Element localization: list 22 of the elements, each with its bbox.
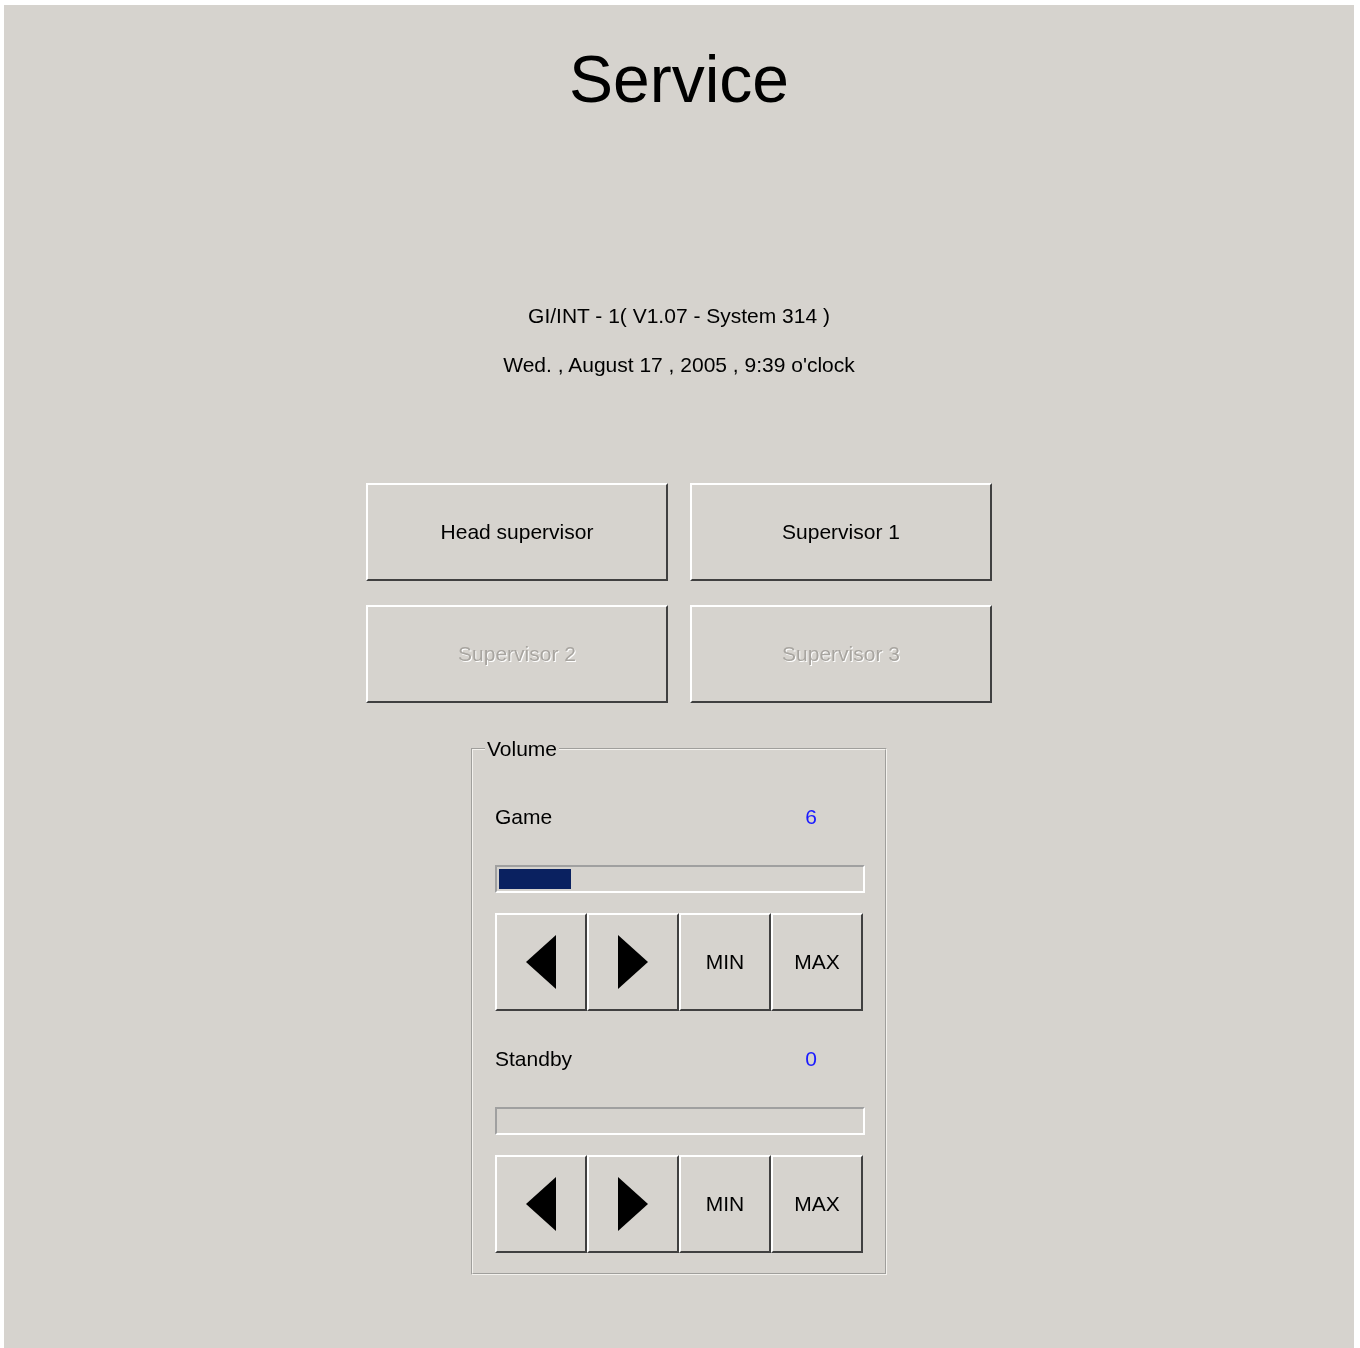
- decrease-button[interactable]: [495, 1155, 587, 1253]
- supervisor-button[interactable]: Head supervisor: [366, 483, 668, 581]
- decrease-button[interactable]: [495, 913, 587, 1011]
- page-title: Service: [568, 41, 790, 118]
- group-title: Volume: [486, 737, 559, 761]
- channel-name: Standby: [495, 1047, 573, 1071]
- info-line: GI/INT - 1( V1.07 - System 314 ): [528, 304, 830, 328]
- increase-button[interactable]: [587, 913, 679, 1011]
- info-line: Wed. , August 17 , 2005 , 9:39 o'clock: [503, 353, 855, 377]
- left-triangle-icon: [526, 935, 556, 989]
- max-button[interactable]: MAX: [771, 1155, 863, 1253]
- channel-value: 6: [805, 805, 817, 829]
- channel-value: 0: [805, 1047, 817, 1071]
- supervisor-button[interactable]: Supervisor 1: [690, 483, 992, 581]
- min-button[interactable]: MIN: [679, 1155, 771, 1253]
- min-button[interactable]: MIN: [679, 913, 771, 1011]
- left-triangle-icon: [526, 1177, 556, 1231]
- right-triangle-icon: [618, 935, 648, 989]
- right-triangle-icon: [618, 1177, 648, 1231]
- channel-name: Game: [495, 805, 553, 829]
- increase-button[interactable]: [587, 1155, 679, 1253]
- max-button[interactable]: MAX: [771, 913, 863, 1011]
